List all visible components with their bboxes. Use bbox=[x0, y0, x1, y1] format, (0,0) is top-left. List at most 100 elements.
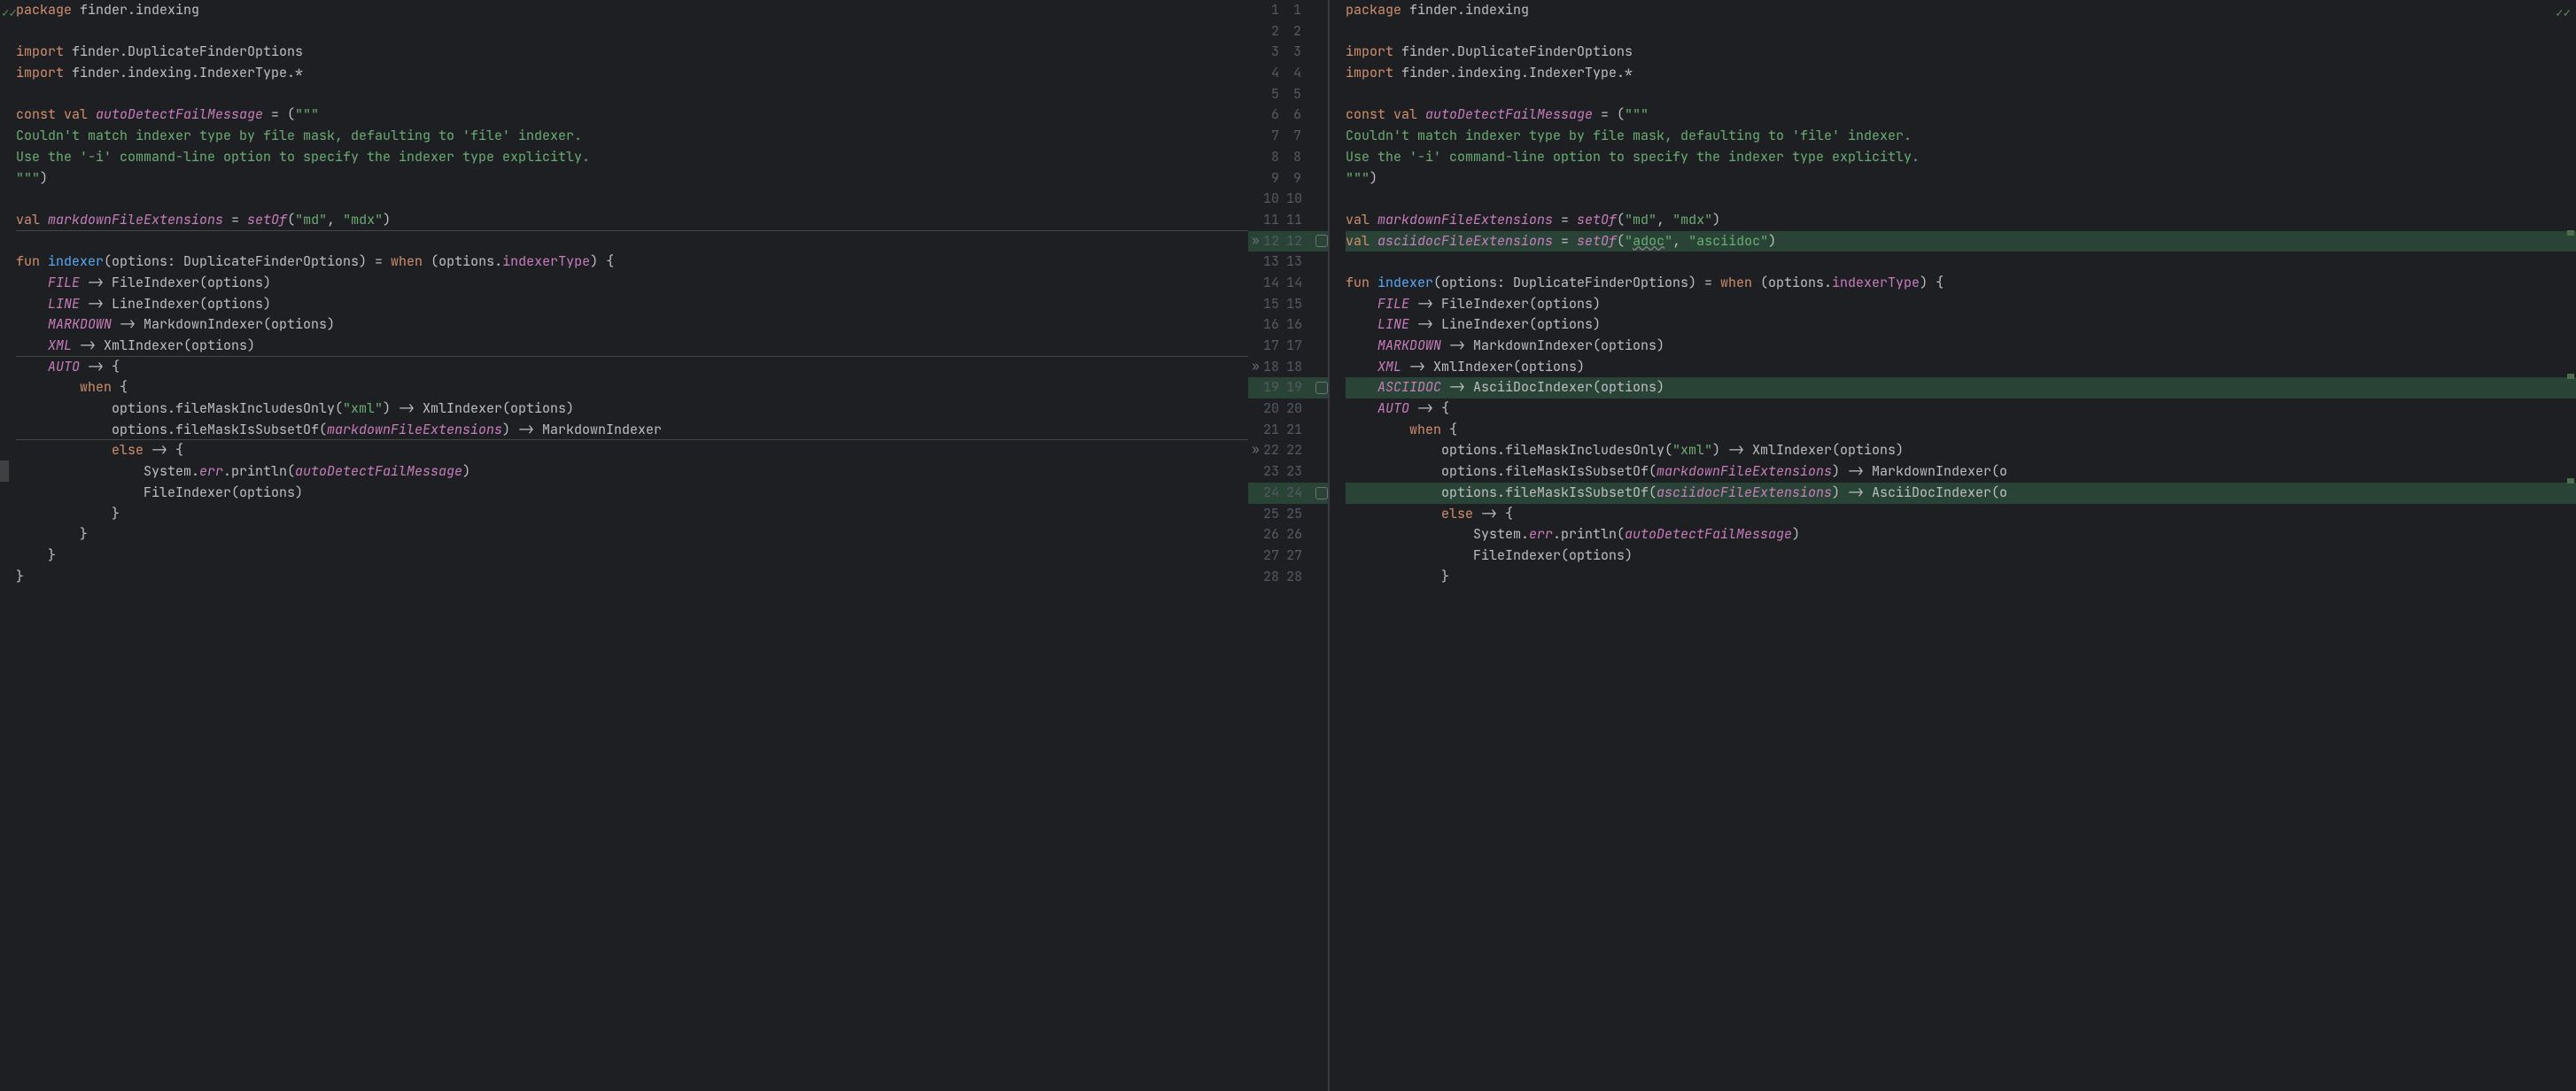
line-number-left: 10 bbox=[1263, 189, 1286, 210]
apply-chunk-arrow-icon[interactable]: » bbox=[1248, 440, 1263, 461]
apply-chunk-arrow-icon[interactable]: » bbox=[1248, 231, 1263, 252]
line-number-left: 21 bbox=[1263, 420, 1286, 441]
code-line[interactable]: val markdownFileExtensions = setOf("md",… bbox=[1346, 210, 2576, 231]
diff-chunk-checkbox[interactable] bbox=[1315, 235, 1328, 247]
code-line[interactable]: MARKDOWN -> MarkdownIndexer(options) bbox=[1346, 336, 2576, 357]
code-line[interactable]: FILE -> FileIndexer(options) bbox=[16, 273, 1248, 294]
code-line[interactable]: XML -> XmlIndexer(options) bbox=[16, 336, 1248, 357]
line-number-left: 8 bbox=[1264, 147, 1286, 168]
code-line[interactable]: FileIndexer(options) bbox=[1346, 546, 2576, 567]
line-number-right: 12 bbox=[1286, 231, 1309, 252]
line-number-left: 5 bbox=[1264, 84, 1286, 105]
gutter-row: 2626 bbox=[1248, 524, 1328, 546]
gutter-row: 1010 bbox=[1248, 189, 1328, 210]
code-line[interactable]: options.fileMaskIsSubsetOf(markdownFileE… bbox=[1346, 461, 2576, 483]
code-line[interactable] bbox=[16, 231, 1248, 252]
left-editor[interactable]: package finder.indexing import finder.Du… bbox=[0, 0, 1248, 1091]
code-line[interactable]: import finder.DuplicateFinderOptions bbox=[16, 42, 1248, 63]
code-line[interactable]: } bbox=[16, 567, 1248, 588]
line-number-left: 7 bbox=[1264, 126, 1286, 147]
code-line[interactable]: Couldn't match indexer type by file mask… bbox=[1346, 126, 2576, 147]
line-number-right: 8 bbox=[1286, 147, 1308, 168]
code-line[interactable]: FILE -> FileIndexer(options) bbox=[1346, 294, 2576, 315]
code-line[interactable]: package finder.indexing bbox=[1346, 0, 2576, 21]
diff-marker[interactable] bbox=[2567, 374, 2574, 379]
code-line[interactable] bbox=[16, 84, 1248, 105]
code-line[interactable]: options.fileMaskIncludesOnly("xml") -> X… bbox=[1346, 440, 2576, 461]
line-number-left: 24 bbox=[1263, 483, 1286, 504]
line-number-left: 2 bbox=[1264, 21, 1286, 43]
code-line[interactable] bbox=[1346, 84, 2576, 105]
code-line[interactable] bbox=[1346, 189, 2576, 210]
right-pane: package finder.indexing import finder.Du… bbox=[1328, 0, 2576, 1091]
code-line[interactable]: AUTO -> { bbox=[1346, 398, 2576, 420]
code-line[interactable]: MARKDOWN -> MarkdownIndexer(options) bbox=[16, 314, 1248, 336]
line-number-left: 16 bbox=[1263, 314, 1286, 336]
line-number-right: 2 bbox=[1286, 21, 1308, 43]
line-number-right: 6 bbox=[1286, 104, 1308, 126]
diff-chunk-checkbox[interactable] bbox=[1315, 487, 1328, 499]
code-line[interactable]: System.err.println(autoDetectFailMessage… bbox=[1346, 524, 2576, 546]
code-line[interactable]: ASCIIDOC -> AsciiDocIndexer(options) bbox=[1346, 377, 2576, 398]
line-number-left: 19 bbox=[1263, 377, 1286, 398]
code-line[interactable]: when { bbox=[1346, 420, 2576, 441]
line-number-right: 27 bbox=[1286, 546, 1309, 567]
code-line[interactable] bbox=[1346, 21, 2576, 43]
code-line[interactable]: when { bbox=[16, 377, 1248, 398]
line-number-right: 5 bbox=[1286, 84, 1308, 105]
code-line[interactable] bbox=[1346, 251, 2576, 273]
right-scrollbar[interactable] bbox=[2565, 0, 2576, 1091]
code-line[interactable]: options.fileMaskIsSubsetOf(markdownFileE… bbox=[16, 420, 1248, 441]
code-line[interactable]: package finder.indexing bbox=[16, 0, 1248, 21]
code-line[interactable]: import finder.DuplicateFinderOptions bbox=[1346, 42, 2576, 63]
code-line[interactable]: else -> { bbox=[16, 440, 1248, 461]
gutter-row: 1111 bbox=[1248, 210, 1328, 231]
code-line[interactable]: import finder.indexing.IndexerType.* bbox=[1346, 63, 2576, 84]
code-line[interactable]: XML -> XmlIndexer(options) bbox=[1346, 357, 2576, 378]
code-line[interactable]: LINE -> LineIndexer(options) bbox=[16, 294, 1248, 315]
code-line[interactable]: LINE -> LineIndexer(options) bbox=[1346, 314, 2576, 336]
gutter-row: »2222 bbox=[1248, 440, 1328, 461]
code-line[interactable]: FileIndexer(options) bbox=[16, 483, 1248, 504]
line-number-right: 4 bbox=[1286, 63, 1308, 84]
code-line[interactable]: """) bbox=[16, 168, 1248, 190]
line-number-right: 22 bbox=[1286, 440, 1309, 461]
line-number-left: 20 bbox=[1263, 398, 1286, 420]
code-line[interactable]: Use the '-i' command-line option to spec… bbox=[1346, 147, 2576, 168]
code-line[interactable]: val markdownFileExtensions = setOf("md",… bbox=[16, 210, 1248, 231]
apply-chunk-arrow-icon[interactable]: » bbox=[1248, 357, 1263, 378]
code-line[interactable] bbox=[16, 21, 1248, 43]
gutter-row: 22 bbox=[1248, 21, 1328, 43]
diff-marker[interactable] bbox=[2567, 230, 2574, 236]
right-editor[interactable]: package finder.indexing import finder.Du… bbox=[1330, 0, 2576, 1091]
line-number-left: 12 bbox=[1263, 231, 1286, 252]
code-line[interactable]: val asciidocFileExtensions = setOf("adoc… bbox=[1346, 231, 2576, 252]
line-number-right: 25 bbox=[1286, 504, 1309, 525]
code-line[interactable] bbox=[16, 189, 1248, 210]
code-line[interactable]: fun indexer(options: DuplicateFinderOpti… bbox=[1346, 273, 2576, 294]
line-number-right: 17 bbox=[1286, 336, 1309, 357]
diff-chunk-checkbox[interactable] bbox=[1315, 382, 1328, 394]
code-line[interactable]: } bbox=[16, 546, 1248, 567]
code-line[interactable]: options.fileMaskIsSubsetOf(asciidocFileE… bbox=[1346, 483, 2576, 504]
code-line[interactable]: } bbox=[1346, 567, 2576, 588]
code-line[interactable]: import finder.indexing.IndexerType.* bbox=[16, 63, 1248, 84]
code-line[interactable]: System.err.println(autoDetectFailMessage… bbox=[16, 461, 1248, 483]
diff-marker[interactable] bbox=[2567, 478, 2574, 484]
code-line[interactable]: Use the '-i' command-line option to spec… bbox=[16, 147, 1248, 168]
code-line[interactable]: """) bbox=[1346, 168, 2576, 190]
code-line[interactable]: Couldn't match indexer type by file mask… bbox=[16, 126, 1248, 147]
line-number-left: 18 bbox=[1263, 357, 1286, 378]
code-line[interactable]: else -> { bbox=[1346, 504, 2576, 525]
code-line[interactable]: const val autoDetectFailMessage = (""" bbox=[1346, 104, 2576, 126]
gutter-row: »1818 bbox=[1248, 357, 1328, 378]
line-number-left: 9 bbox=[1264, 168, 1286, 190]
code-line[interactable]: options.fileMaskIncludesOnly("xml") -> X… bbox=[16, 398, 1248, 420]
line-number-right: 18 bbox=[1286, 357, 1309, 378]
code-line[interactable]: } bbox=[16, 524, 1248, 546]
code-line[interactable]: AUTO -> { bbox=[16, 357, 1248, 378]
gutter-row: 2424 bbox=[1248, 483, 1328, 504]
code-line[interactable]: fun indexer(options: DuplicateFinderOpti… bbox=[16, 251, 1248, 273]
code-line[interactable]: } bbox=[16, 504, 1248, 525]
code-line[interactable]: const val autoDetectFailMessage = (""" bbox=[16, 104, 1248, 126]
